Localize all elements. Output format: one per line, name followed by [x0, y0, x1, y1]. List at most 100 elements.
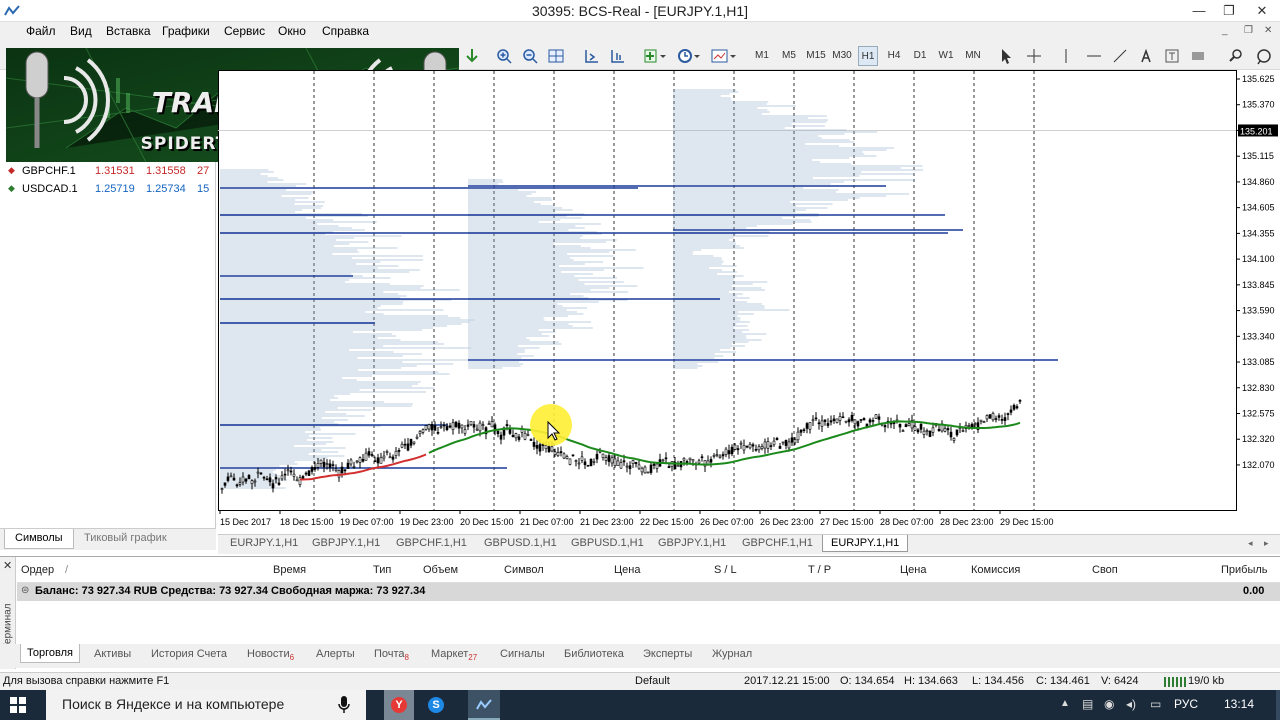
tab-trade[interactable]: Торговля [20, 644, 80, 663]
candle-body [418, 431, 422, 434]
tab-mailbox[interactable]: Почта8 [374, 648, 409, 662]
price-chart[interactable]: 135.625 135.370 135.201 135.115 134.860 134.6… [218, 70, 1280, 532]
col-swap[interactable]: Своп [1092, 564, 1118, 576]
tf-w1-button[interactable]: W1 [936, 46, 956, 66]
chart-tab[interactable]: GBPUSD.1,H1 [484, 537, 557, 549]
horizontal-line-icon[interactable] [1084, 46, 1104, 66]
text-icon[interactable] [1136, 46, 1156, 66]
tray-clock[interactable]: 13:14 [1224, 697, 1254, 711]
skype-app-icon[interactable]: S [428, 697, 444, 713]
cursor-icon[interactable] [996, 46, 1016, 66]
crosshair-icon[interactable] [1024, 46, 1044, 66]
col-tp[interactable]: T / P [808, 564, 831, 576]
candle-body [745, 445, 749, 448]
tray-app-icon[interactable]: ◉ [1104, 697, 1114, 711]
col-profit[interactable]: Прибыль [1221, 564, 1268, 576]
autoscroll-chart-icon[interactable] [608, 46, 628, 66]
child-minimize-icon[interactable]: _ [1222, 25, 1228, 36]
tray-network-icon[interactable]: ▤ [1082, 697, 1093, 711]
tab-symbols[interactable]: Символы [4, 529, 74, 549]
tf-m30-button[interactable]: M30 [830, 46, 854, 66]
chat-icon[interactable] [1254, 46, 1274, 66]
tray-expand-icon[interactable]: ▲ [1060, 698, 1070, 709]
col-symbol[interactable]: Символ [504, 564, 544, 576]
symbol-row[interactable]: ◆ USDCAD.1 1.25719 1.25734 15 [0, 181, 216, 199]
child-restore-icon[interactable]: ❐ [1244, 25, 1253, 36]
zoom-out-icon[interactable] [520, 46, 540, 66]
show-desktop-button[interactable] [1276, 690, 1280, 720]
tab-library[interactable]: Библиотека [564, 648, 624, 660]
chart-tab[interactable]: GBPJPY.1,H1 [658, 537, 726, 549]
col-sl[interactable]: S / L [714, 564, 737, 576]
menu-window[interactable]: Окно [278, 24, 306, 38]
symbol-row[interactable]: ◆ GBPCHF.1 1.31531 1.31558 27 [0, 163, 216, 181]
arrows-icon[interactable] [1188, 46, 1208, 66]
tab-account-history[interactable]: История Счета [151, 648, 227, 660]
vertical-line-icon[interactable] [1056, 46, 1076, 66]
tab-alerts[interactable]: Алерты [316, 648, 355, 660]
search-icon[interactable] [1226, 46, 1246, 66]
tile-windows-icon[interactable] [546, 46, 566, 66]
periods-icon[interactable] [676, 46, 702, 66]
tab-tick-chart[interactable]: Тиковый график [84, 532, 167, 544]
col-commission[interactable]: Комиссия [971, 564, 1020, 576]
menu-file[interactable]: Файл [26, 24, 56, 38]
candle-body [583, 461, 587, 466]
tray-display-icon[interactable]: ▭ [1150, 697, 1161, 711]
menu-view[interactable]: Вид [70, 24, 92, 38]
candle-body [865, 423, 869, 427]
tab-journal[interactable]: Журнал [712, 648, 752, 660]
tab-market[interactable]: Маркет27 [431, 648, 477, 662]
menu-charts[interactable]: Графики [162, 24, 210, 38]
chart-shift-icon[interactable] [582, 46, 602, 66]
tab-assets[interactable]: Активы [94, 648, 131, 660]
trendline-icon[interactable] [1110, 46, 1130, 66]
child-close-icon[interactable]: ✕ [1264, 25, 1272, 36]
close-icon[interactable]: ✕ [1244, 0, 1280, 22]
indicators-icon[interactable] [642, 46, 668, 66]
tf-h1-button[interactable]: H1 [858, 46, 878, 66]
chart-tab[interactable]: GBPJPY.1,H1 [312, 537, 380, 549]
terminal-close-icon[interactable]: ✕ [3, 559, 12, 572]
tab-experts[interactable]: Эксперты [643, 648, 692, 660]
taskbar-search-box[interactable]: Поиск в Яндексе и на компьютере [46, 690, 366, 720]
autoscroll-icon[interactable] [462, 46, 482, 66]
tf-m1-button[interactable]: M1 [752, 46, 772, 66]
chart-tab[interactable]: GBPCHF.1,H1 [396, 537, 467, 549]
tab-signals[interactable]: Сигналы [500, 648, 545, 660]
zoom-in-icon[interactable] [494, 46, 514, 66]
col-type[interactable]: Тип [373, 564, 391, 576]
text-label-icon[interactable] [1162, 46, 1182, 66]
tab-news[interactable]: Новости6 [247, 648, 294, 662]
tray-volume-icon[interactable]: ◂) [1126, 697, 1136, 711]
chart-tab[interactable]: GBPUSD.1,H1 [571, 537, 644, 549]
metatrader-app-icon[interactable] [468, 690, 500, 720]
windows-start-icon[interactable] [10, 697, 26, 713]
templates-icon[interactable] [710, 46, 738, 66]
yandex-browser-app-icon[interactable]: Y [384, 690, 414, 720]
balance-row[interactable]: ⊜ Баланс: 73 927.34 RUB Средства: 73 927… [17, 583, 1280, 601]
tf-m5-button[interactable]: M5 [778, 46, 800, 66]
chart-tab-active[interactable]: EURJPY.1,H1 [822, 535, 909, 552]
chart-tab[interactable]: GBPCHF.1,H1 [742, 537, 813, 549]
chart-tab[interactable]: EURJPY.1,H1 [230, 537, 298, 549]
menu-insert[interactable]: Вставка [106, 24, 151, 38]
col-volume[interactable]: Объем [423, 564, 458, 576]
maximize-icon[interactable]: ❐ [1214, 0, 1244, 22]
col-price[interactable]: Цена [614, 564, 640, 576]
scroll-right-icon[interactable]: ▸ [1264, 538, 1269, 549]
tf-d1-button[interactable]: D1 [910, 46, 930, 66]
tf-mn-button[interactable]: MN [962, 46, 984, 66]
chart-canvas[interactable]: 135.625 135.370 135.201 135.115 134.860 134.6… [218, 70, 1280, 532]
minimize-icon[interactable]: — [1184, 0, 1214, 22]
col-price-current[interactable]: Цена [900, 564, 926, 576]
microphone-icon[interactable] [338, 696, 350, 714]
col-order[interactable]: Ордер [21, 564, 54, 576]
col-time[interactable]: Время [273, 564, 306, 576]
tray-language[interactable]: РУС [1174, 697, 1198, 711]
scroll-left-icon[interactable]: ◂ [1248, 538, 1253, 549]
tf-m15-button[interactable]: M15 [804, 46, 828, 66]
menu-tools[interactable]: Сервис [224, 24, 265, 38]
tf-h4-button[interactable]: H4 [884, 46, 904, 66]
menu-help[interactable]: Справка [322, 24, 369, 38]
